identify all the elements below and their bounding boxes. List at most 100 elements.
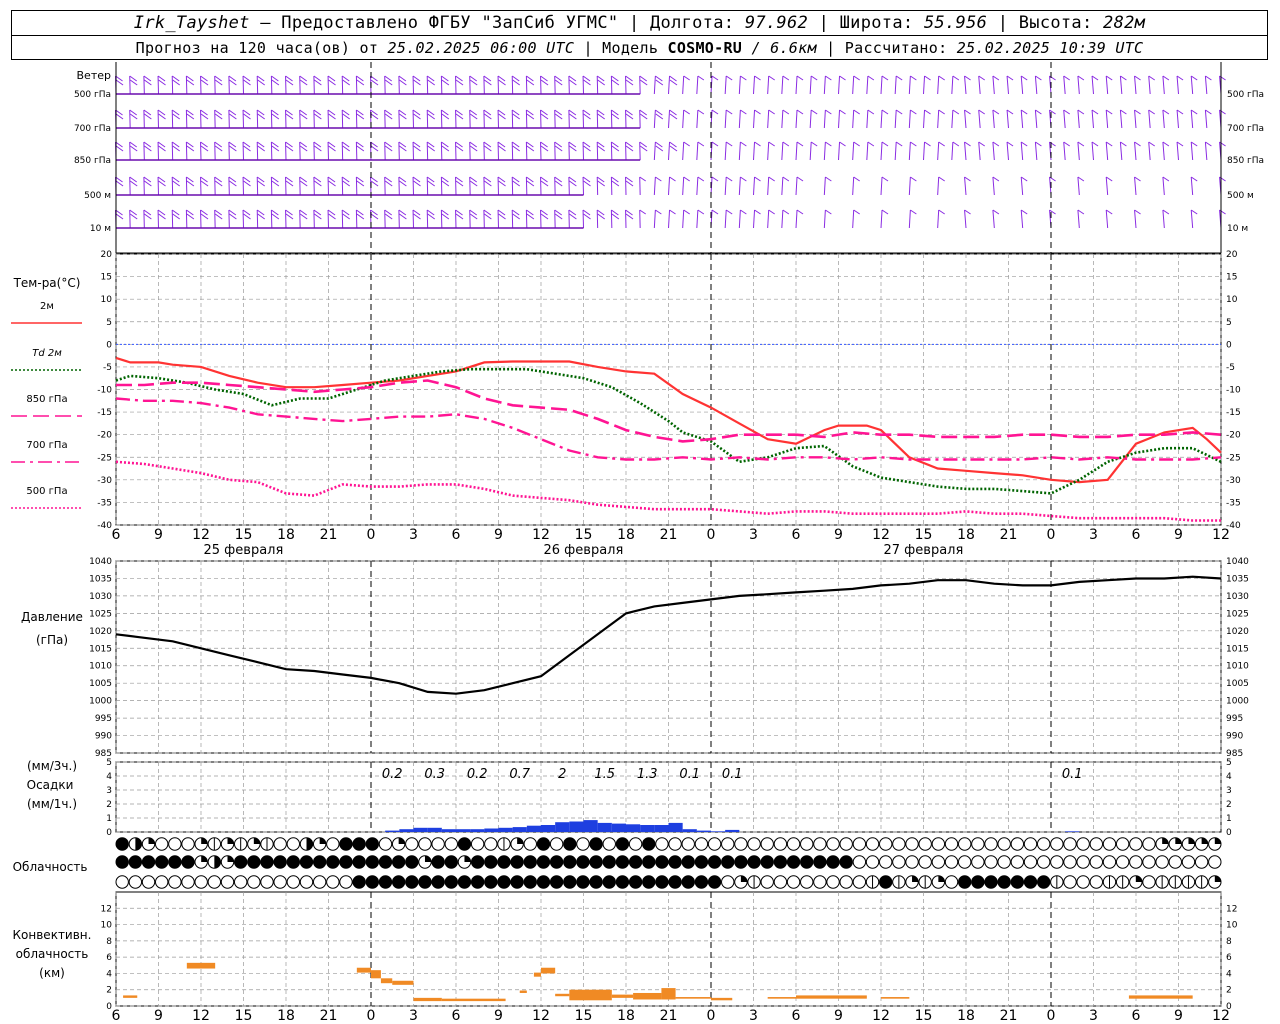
cloud-symbol [642,837,656,851]
conv-xtick: 9 [1174,1008,1183,1024]
wind-barb-feather [881,209,889,215]
cloud-symbol [628,855,643,869]
cloud-symbol [865,855,880,869]
conv-ytick-left: 2 [106,986,112,996]
wind-barb [852,141,855,161]
conv-bar [380,978,393,984]
wind-level-label-left: 850 гПа [74,156,111,166]
cloud-symbol [405,875,419,889]
cloud-symbol [826,837,840,851]
cloud-symbol [681,875,695,889]
wind-barb [653,209,656,229]
cloud-symbol-quarter [1214,837,1221,844]
cloud-symbol [352,837,366,851]
cloud-symbol [1036,837,1051,851]
wind-barb-feather [992,109,1000,115]
wind-barb-feather [964,141,971,147]
pressure-panel: 1040 1040 1035 1035 1030 1030 1025 1025 1020 1020… [21,557,1249,759]
wind-barb-feather [938,75,945,81]
wind-barb-feather [978,109,986,115]
wind-barb [823,209,826,229]
wind-barb [682,141,685,161]
cloud-symbol [576,875,590,889]
wind-barb [1134,141,1137,161]
wind-barb [937,75,940,95]
precip-bar [711,831,726,832]
cloud-symbol [141,875,156,889]
wind-barb-feather [639,209,646,215]
cloud-symbol [312,855,327,869]
wind-barb-feather [938,209,945,215]
wind-barb [738,209,741,229]
temp-xtick: 21 [1000,527,1018,543]
wind-barb [894,75,897,95]
temp-xtick: 0 [367,527,376,543]
cloud-symbol [352,855,366,869]
conv-xtick: 15 [235,1008,253,1024]
cloud-symbol [721,875,735,889]
conv-xtick: 15 [915,1008,933,1024]
wind-barb-feather [1035,109,1042,115]
wind-barb-feather [1162,209,1170,215]
conv-unit: (км) [39,966,65,980]
wind-barb-feather [711,141,719,147]
cloud-symbol [1010,875,1025,889]
wind-barb-feather [924,141,931,147]
cloud-symbol [536,855,551,869]
cloud-symbol [707,837,722,851]
precip-ytick-right: 0 [1226,828,1232,838]
temp-xtick: 0 [707,527,716,543]
conv-bar [881,997,910,999]
temp-ytick-left: -25 [97,453,112,463]
wind-barb [724,141,727,161]
wind-barb [1105,109,1109,129]
cloud-symbol [431,855,445,869]
cloud-symbol-quarter [1188,837,1195,844]
wind-barb-feather [768,209,775,215]
wind-barb [1148,141,1151,161]
wind-barb [1034,75,1038,95]
precip-3h-label: 0.2 [382,767,403,782]
wind-barb [1063,109,1066,129]
wind-barb-feather [938,109,945,115]
wind-barb [1162,75,1165,95]
wind-barb-feather [1105,109,1113,115]
cloud-symbol-quarter [1201,837,1208,844]
wind-barb-feather [881,176,889,182]
cloud-symbol [247,875,261,889]
wind-barb-feather [1162,176,1170,182]
wind-barb [894,141,897,161]
cloud-symbol [378,855,393,869]
cloud-symbol [181,875,195,889]
wind-barb-feather [1120,141,1127,147]
temp-xtick: 15 [575,527,593,543]
cloud-symbol-quarter [1214,875,1221,882]
wind-barb-feather [697,209,705,215]
cloud-symbol [405,837,419,851]
temp-ytick-left: 15 [101,273,112,283]
wind-barb [738,75,741,95]
wind-barb [923,109,926,129]
cloud-symbol [312,875,327,889]
conv-bar [392,980,414,985]
temp-ytick-right: -20 [1226,431,1241,441]
wind-barb [767,75,770,95]
press-ytick-right: 1030 [1226,592,1249,602]
precip-bar [569,821,584,832]
precip-bar [441,829,456,832]
wind-barb [1176,141,1179,161]
wind-barb-feather [697,141,705,147]
cloud-symbol [497,875,511,889]
wind-barb [823,141,826,161]
wind-barb [696,75,699,95]
wind-barb [1105,141,1109,161]
cloud-symbol [681,837,695,851]
wind-barb-feather [992,75,1000,81]
wind-barb [880,176,883,196]
wind-barb [668,209,671,229]
conv-xtick: 12 [872,1008,890,1024]
temp-xtick: 9 [834,527,843,543]
cloud-symbol [865,837,880,851]
temp-ytick-left: -10 [97,386,112,396]
cloud-symbol [1102,837,1117,851]
